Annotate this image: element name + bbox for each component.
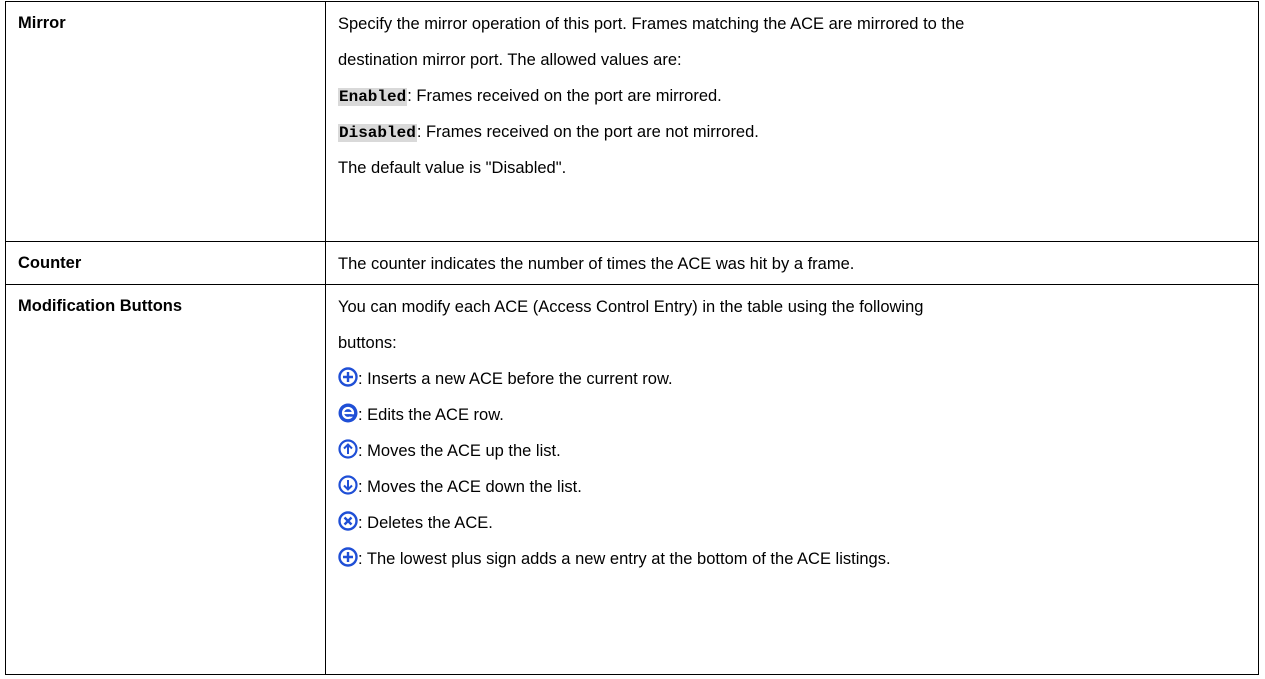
down-arrow-icon (338, 475, 358, 495)
modification-item-text: : Moves the ACE up the list. (358, 442, 561, 460)
row-description-mirror: Specify the mirror operation of this por… (325, 1, 1259, 242)
table-row-modification-buttons: Modification Buttons You can modify each… (5, 284, 1259, 675)
mirror-enabled-line: Enabled: Frames received on the port are… (338, 78, 1258, 114)
modification-item-move-up: : Moves the ACE up the list. (338, 433, 1258, 469)
row-label-mirror: Mirror (5, 1, 326, 242)
row-description-modification-buttons: You can modify each ACE (Access Control … (325, 284, 1259, 675)
counter-line: The counter indicates the number of time… (338, 255, 855, 273)
modification-item-text: : Moves the ACE down the list. (358, 478, 582, 496)
mirror-default-line: The default value is "Disabled". (338, 159, 567, 177)
row-label-counter: Counter (5, 241, 326, 285)
modification-item-text: : Deletes the ACE. (358, 514, 493, 532)
mirror-line-1: Specify the mirror operation of this por… (338, 15, 965, 33)
mirror-disabled-line: Disabled: Frames received on the port ar… (338, 114, 1258, 150)
table-row-mirror: Mirror Specify the mirror operation of t… (5, 1, 1259, 242)
disabled-code: Disabled (338, 124, 417, 142)
disabled-text: : Frames received on the port are not mi… (416, 123, 759, 141)
delete-icon (338, 511, 358, 531)
row-description-counter: The counter indicates the number of time… (325, 241, 1259, 285)
modification-item-text: : The lowest plus sign adds a new entry … (358, 550, 891, 568)
mirror-line-2: destination mirror port. The allowed val… (338, 51, 682, 69)
modification-item-move-down: : Moves the ACE down the list. (338, 469, 1258, 505)
modification-item-insert: : Inserts a new ACE before the current r… (338, 361, 1258, 397)
plus-icon (338, 367, 358, 387)
up-arrow-icon (338, 439, 358, 459)
modification-item-text: : Edits the ACE row. (358, 406, 504, 424)
modification-line-2: buttons: (338, 334, 397, 352)
table-row-counter: Counter The counter indicates the number… (5, 241, 1259, 285)
edit-icon (338, 403, 358, 423)
description-table: Mirror Specify the mirror operation of t… (5, 1, 1259, 675)
modification-item-edit: : Edits the ACE row. (338, 397, 1258, 433)
row-label-modification-buttons: Modification Buttons (5, 284, 326, 675)
modification-item-add-bottom: : The lowest plus sign adds a new entry … (338, 541, 1258, 577)
plus-icon (338, 547, 358, 567)
enabled-code: Enabled (338, 88, 408, 106)
modification-line-1: You can modify each ACE (Access Control … (338, 298, 924, 316)
enabled-text: : Frames received on the port are mirror… (407, 87, 722, 105)
modification-item-delete: : Deletes the ACE. (338, 505, 1258, 541)
modification-item-text: : Inserts a new ACE before the current r… (358, 370, 673, 388)
